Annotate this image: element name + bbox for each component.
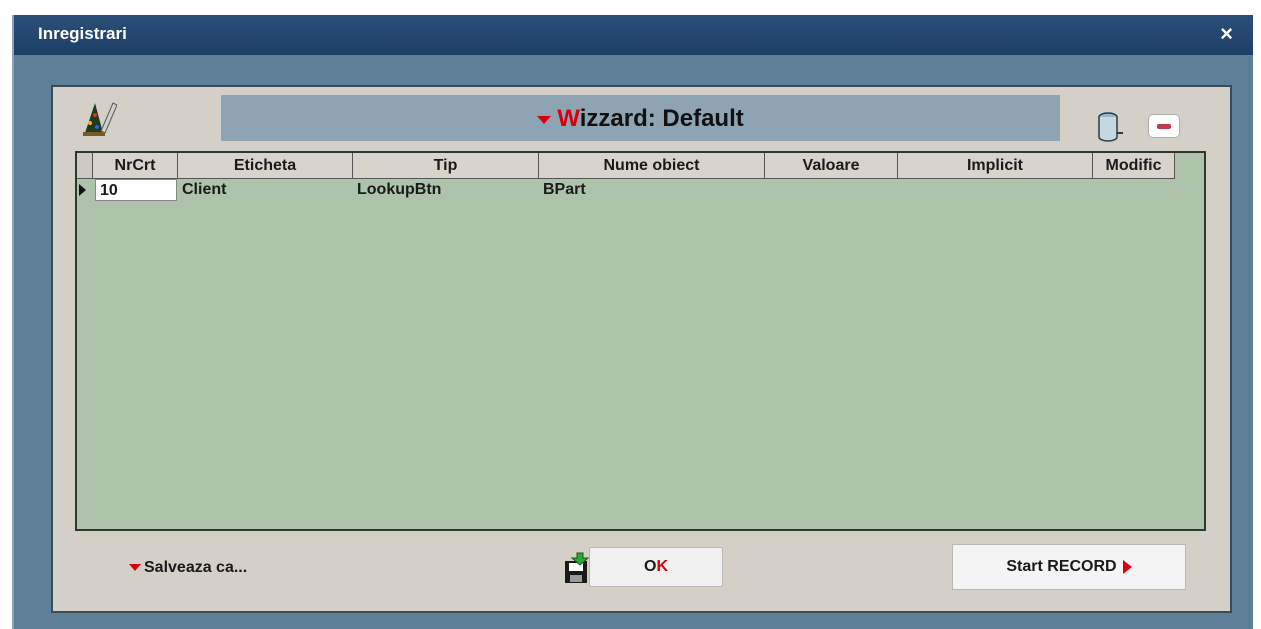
database-icon[interactable]	[1096, 111, 1124, 143]
table-row[interactable]: 10 Client LookupBtn BPart	[77, 179, 1204, 201]
wizard-panel: Wizzard: Default NrCrt Eticheta Tip Nume…	[51, 85, 1232, 613]
start-record-button[interactable]: Start RECORD	[952, 544, 1186, 590]
window-title: Inregistrari	[38, 24, 127, 43]
cell-nume-obiect[interactable]: BPart	[543, 179, 586, 201]
col-header-valoare[interactable]: Valoare	[765, 153, 898, 179]
col-header-eticheta[interactable]: Eticheta	[178, 153, 353, 179]
dialog-window: Inregistrari × Wizzard: Default NrCrt Et…	[12, 15, 1253, 629]
title-bar[interactable]: Inregistrari ×	[14, 15, 1253, 55]
dropdown-arrow-icon	[537, 115, 552, 124]
cell-nrcrt[interactable]: 10	[95, 179, 177, 201]
col-header-modific[interactable]: Modific	[1093, 153, 1175, 179]
ok-button[interactable]: OK	[589, 547, 723, 587]
footer-bar: Salveaza ca... OK Start RECORD	[75, 539, 1206, 599]
col-header-implicit[interactable]: Implicit	[898, 153, 1093, 179]
wizard-hat-pencil-icon	[83, 102, 117, 136]
save-as-button[interactable]: Salveaza ca...	[129, 559, 247, 577]
col-header-tip[interactable]: Tip	[353, 153, 539, 179]
collapse-button[interactable]	[1148, 114, 1180, 138]
grid-corner	[77, 153, 93, 179]
dropdown-arrow-icon	[129, 564, 141, 572]
play-arrow-icon	[1122, 559, 1132, 574]
row-pointer-icon	[79, 184, 86, 196]
minus-icon	[1157, 124, 1171, 129]
wizard-header-bar[interactable]: Wizzard: Default	[221, 95, 1060, 141]
close-icon[interactable]: ×	[1220, 21, 1233, 47]
cell-eticheta[interactable]: Client	[182, 179, 226, 201]
wizard-title[interactable]: Wizzard: Default	[221, 105, 1060, 133]
col-header-nume-obiect[interactable]: Nume obiect	[539, 153, 765, 179]
cell-tip[interactable]: LookupBtn	[357, 179, 441, 201]
records-grid[interactable]: NrCrt Eticheta Tip Nume obiect Valoare I…	[75, 151, 1206, 531]
col-header-nrcrt[interactable]: NrCrt	[93, 153, 178, 179]
